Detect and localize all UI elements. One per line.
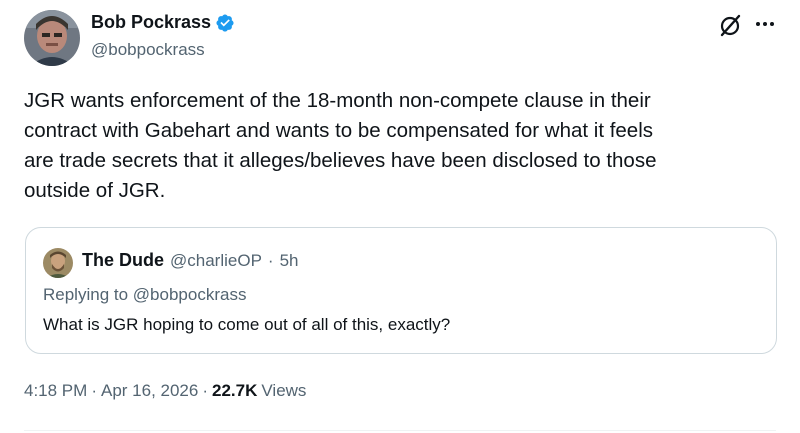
tweet-text: JGR wants enforcement of the 18-month no… (24, 89, 657, 202)
author-avatar[interactable] (24, 10, 80, 66)
quoted-age[interactable]: 5h (280, 251, 299, 271)
views-label[interactable]: Views (261, 381, 306, 401)
quoted-text: What is JGR hoping to come out of all of… (43, 315, 451, 334)
tweet-card: Bob Pockrass @bobpockrass JGR wants enfo… (0, 0, 800, 433)
meta-separator: · (91, 381, 97, 400)
verified-badge-icon[interactable] (215, 13, 235, 33)
quoted-handle[interactable]: @charlieOP (170, 251, 262, 271)
tweet-time[interactable]: 4:18 PM (24, 381, 87, 401)
quoted-separator: · (267, 251, 274, 270)
divider (24, 430, 776, 431)
more-options-icon[interactable] (754, 12, 776, 36)
replying-to-handle[interactable]: @bobpockrass (133, 285, 247, 304)
tweet-meta: 4:18 PM · Apr 16, 2026 · 22.7K Views (24, 381, 306, 401)
replying-to-prefix: Replying to (43, 285, 129, 304)
views-count[interactable]: 22.7K (212, 381, 257, 401)
meta-separator: · (202, 381, 209, 400)
quoted-author-avatar[interactable] (43, 248, 73, 278)
quoted-header: The Dude @charlieOP · 5h (82, 250, 299, 271)
quoted-tweet[interactable]: The Dude @charlieOP · 5h Replying to @bo… (25, 227, 777, 354)
grok-icon[interactable] (718, 12, 742, 38)
replying-to-line: Replying to @bobpockrass (43, 285, 246, 305)
tweet-date[interactable]: Apr 16, 2026 (101, 381, 198, 401)
author-name-row: Bob Pockrass (91, 12, 235, 33)
author-display-name[interactable]: Bob Pockrass (91, 12, 211, 33)
author-handle[interactable]: @bobpockrass (91, 40, 205, 60)
quoted-display-name[interactable]: The Dude (82, 250, 164, 271)
